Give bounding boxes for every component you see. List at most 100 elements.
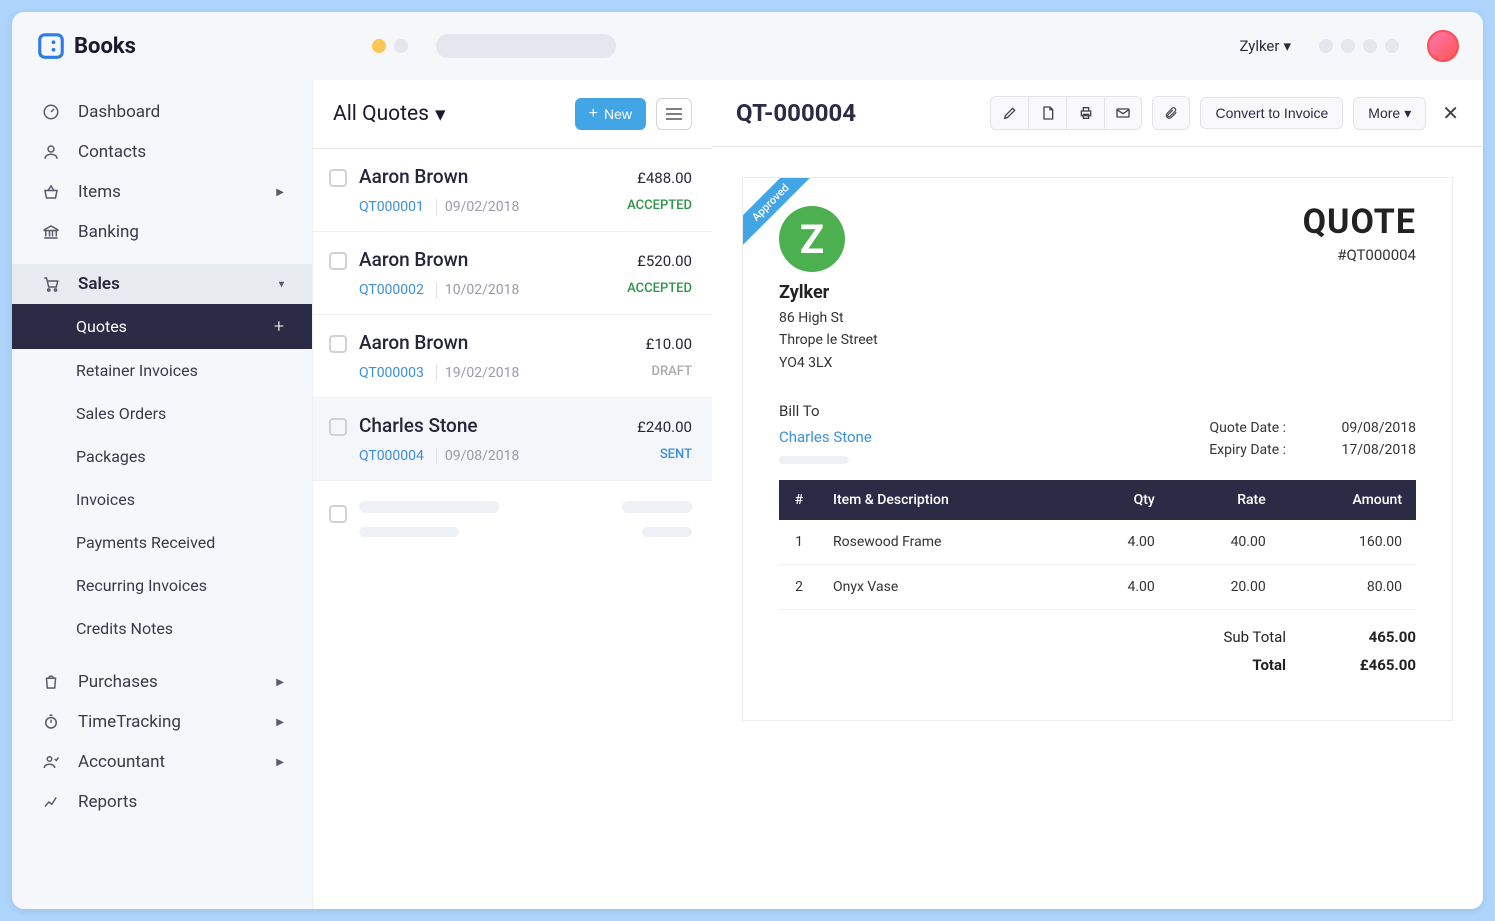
company-address-line: 86 High St [779, 307, 878, 329]
sidebar-sub-item-label: Invoices [76, 490, 135, 509]
quote-amount: £488.00 [637, 169, 692, 187]
caret-down-icon: ▾ [435, 102, 446, 127]
pdf-button[interactable] [1028, 96, 1066, 130]
sidebar-sub-item[interactable]: Recurring Invoices [12, 564, 312, 607]
print-button[interactable] [1066, 96, 1104, 130]
detail-pane: QT-000004 Convert to Invoice More ▾ ✕ Ap… [712, 80, 1483, 909]
sidebar-item-reports[interactable]: Reports [12, 782, 312, 822]
quote-date-value: 09/08/2018 [1326, 420, 1416, 436]
detail-title: QT-000004 [736, 99, 856, 127]
header-dot[interactable] [1363, 39, 1377, 53]
quote-row[interactable]: Aaron Brown £488.00 QT000001 09/02/2018 … [313, 149, 712, 232]
sidebar-item-accountant[interactable]: Accountant ▶ [12, 742, 312, 782]
sidebar-item-banking[interactable]: Banking [12, 212, 312, 252]
quote-id: QT000002 [359, 282, 424, 298]
edit-button[interactable] [990, 96, 1028, 130]
detail-action-group [990, 96, 1142, 130]
sidebar-item-timetracking[interactable]: TimeTracking ▶ [12, 702, 312, 742]
quote-amount: £10.00 [646, 335, 692, 353]
app-logo: Books [36, 31, 136, 61]
subtotal-label: Sub Total [1186, 628, 1286, 646]
quote-row[interactable]: Aaron Brown £10.00 QT000003 19/02/2018 D… [313, 315, 712, 398]
traffic-dots [372, 39, 408, 53]
quote-date: 09/02/2018 [436, 199, 520, 215]
list-menu-button[interactable] [656, 98, 692, 130]
org-picker[interactable]: Zylker ▾ [1239, 37, 1291, 55]
sidebar-sub-item[interactable]: Quotes + [12, 304, 312, 349]
sidebar-sub-item[interactable]: Payments Received [12, 521, 312, 564]
close-button[interactable]: ✕ [1442, 101, 1459, 125]
company-block: Z Zylker 86 High St Thrope le Street YO4… [779, 202, 878, 374]
sidebar-section-sales[interactable]: Sales ▾ [12, 264, 312, 304]
cart-icon [40, 275, 62, 293]
sidebar-sub-item[interactable]: Packages [12, 435, 312, 478]
more-label: More [1368, 105, 1400, 121]
quote-amount: £240.00 [637, 418, 692, 436]
sidebar-sub-item-label: Recurring Invoices [76, 576, 207, 595]
new-button-label: New [604, 106, 632, 122]
item-desc: Rosewood Frame [819, 520, 1072, 565]
expiry-date-label: Expiry Date : [1186, 442, 1286, 458]
quote-customer-name: Aaron Brown [359, 248, 468, 271]
sidebar-item-label: Contacts [78, 142, 146, 162]
sidebar-item-contacts[interactable]: Contacts [12, 132, 312, 172]
list-title-dropdown[interactable]: All Quotes ▾ [333, 102, 446, 127]
header-dot[interactable] [1385, 39, 1399, 53]
quote-id: QT000003 [359, 365, 424, 381]
bank-icon [40, 223, 62, 241]
sidebar-item-purchases[interactable]: Purchases ▶ [12, 662, 312, 702]
header-actions [1319, 39, 1399, 53]
detail-header: QT-000004 Convert to Invoice More ▾ ✕ [712, 80, 1483, 147]
avatar[interactable] [1427, 30, 1459, 62]
bill-to-name[interactable]: Charles Stone [779, 428, 872, 446]
sidebar-item-items[interactable]: Items ▶ [12, 172, 312, 212]
item-amount: 160.00 [1280, 520, 1416, 565]
col-qty: Qty [1072, 480, 1169, 520]
quote-row[interactable]: Charles Stone £240.00 QT000004 09/08/201… [313, 398, 712, 481]
sidebar-sub-item-label: Quotes [76, 317, 127, 336]
item-qty: 4.00 [1072, 565, 1169, 610]
item-amount: 80.00 [1280, 565, 1416, 610]
convert-to-invoice-button[interactable]: Convert to Invoice [1200, 97, 1343, 129]
quote-customer-name: Aaron Brown [359, 165, 468, 188]
bill-to-label: Bill To [779, 402, 872, 420]
sidebar-sub-item[interactable]: Retainer Invoices [12, 349, 312, 392]
convert-label: Convert to Invoice [1215, 105, 1328, 121]
list-pane: All Quotes ▾ + New Aaron Brown £488.00 [312, 80, 712, 909]
mail-button[interactable] [1104, 96, 1142, 130]
sidebar-item-label: Items [78, 182, 121, 202]
hamburger-icon [666, 108, 682, 120]
header-dot[interactable] [1341, 39, 1355, 53]
checkbox[interactable] [329, 252, 347, 270]
checkbox[interactable] [329, 335, 347, 353]
quote-amount: £520.00 [637, 252, 692, 270]
caret-down-icon: ▾ [279, 279, 284, 290]
logo-icon [36, 31, 66, 61]
checkbox[interactable] [329, 418, 347, 436]
plus-icon: + [589, 105, 598, 123]
quote-row[interactable]: Aaron Brown £520.00 QT000002 10/02/2018 … [313, 232, 712, 315]
more-button[interactable]: More ▾ [1353, 97, 1426, 130]
company-address-line: YO4 3LX [779, 352, 878, 374]
plus-icon[interactable]: + [274, 316, 284, 337]
sidebar-sub-item-label: Credits Notes [76, 619, 173, 638]
new-button[interactable]: + New [575, 98, 646, 130]
total-value: £465.00 [1326, 656, 1416, 674]
quote-date: 09/08/2018 [436, 448, 520, 464]
quote-status: ACCEPTED [627, 281, 692, 296]
checkbox[interactable] [329, 505, 347, 523]
document-type: QUOTE [1303, 202, 1416, 242]
sidebar-sub-item[interactable]: Credits Notes [12, 607, 312, 650]
attach-button[interactable] [1152, 96, 1190, 130]
sidebar-sub-item-label: Sales Orders [76, 404, 166, 423]
sidebar-item-dashboard[interactable]: Dashboard [12, 92, 312, 132]
header-dot[interactable] [1319, 39, 1333, 53]
list-header: All Quotes ▾ + New [313, 80, 712, 149]
chevron-right-icon: ▶ [276, 717, 284, 728]
checkbox[interactable] [329, 169, 347, 187]
dot-yellow [372, 39, 386, 53]
sidebar-sub-item[interactable]: Invoices [12, 478, 312, 521]
search-placeholder[interactable] [436, 34, 616, 58]
sidebar-sub-item[interactable]: Sales Orders [12, 392, 312, 435]
list-title: All Quotes [333, 102, 429, 126]
